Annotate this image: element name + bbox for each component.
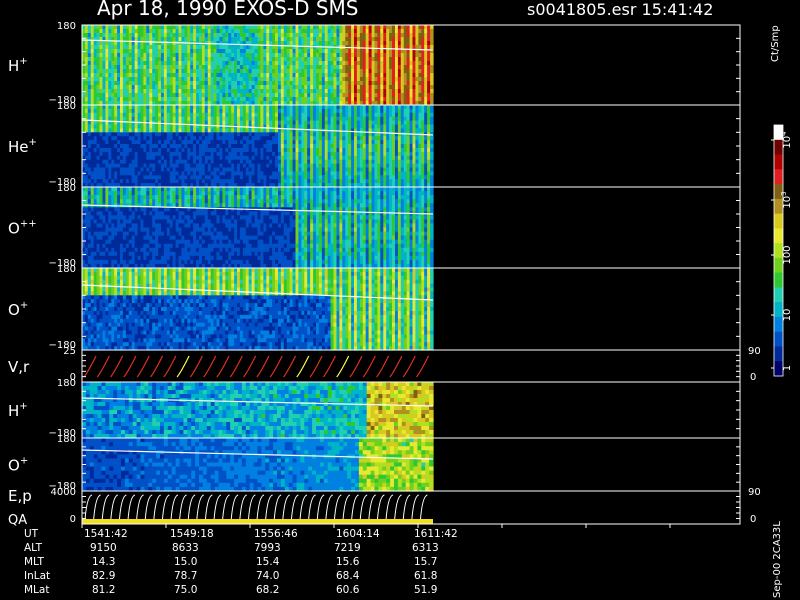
colorbar-segment [774,228,783,244]
chart-title: Apr 18, 1990 EXOS-D SMS [97,0,359,20]
footer-label: InLat [24,570,51,582]
panel-label: O+ [8,300,28,319]
footer-value: 61.8 [414,570,438,582]
colorbar-segment [774,346,783,362]
footer-row-ut: UT 1541:42 1549:18 1556:46 1604:14 1611:… [0,528,520,542]
colorbar-tick-label: 10 [782,309,793,322]
footer-value: 14.3 [92,556,116,568]
footer-value: 1611:42 [414,528,458,540]
y-tick-label: 180 [57,183,76,194]
footer-value: 81.2 [92,584,116,596]
footer-row-mlat: MLat 81.2 75.0 68.2 60.6 51.9 [0,584,520,598]
footer-value: 1541:42 [84,528,128,540]
y-tick-label: 180 [57,101,76,112]
footer-value: 60.6 [336,584,360,596]
footer-value: 6313 [412,542,439,554]
footer-row-mlt: MLT 14.3 15.0 15.4 15.6 15.7 [0,556,520,570]
footer-label: ALT [24,542,43,554]
footer-value: 68.2 [256,584,280,596]
panel-label: O+ [8,456,28,475]
footer-value: 7993 [254,542,281,554]
footer-value: 15.4 [256,556,280,568]
footer-value: 68.4 [336,570,360,582]
colorbar-tick-label: 100 [782,245,793,264]
footer-row-alt: ALT 9150 8633 7993 7219 6313 [0,542,520,556]
colorbar-segment [774,272,783,288]
footer-label: UT [24,528,39,540]
y-tick-label: 180 [57,21,76,32]
y-tick-label: 180 [57,434,76,445]
colorbar: 104 103 100 10 1 [771,124,793,377]
footer-value: 82.9 [92,570,116,582]
footer-value: 15.6 [336,556,360,568]
panel-frame [81,349,741,383]
y-tick-label: 4000 [51,487,76,498]
y-tick-label: 180 [57,264,76,275]
right-tick-label: 0 [750,372,756,383]
colorbar-tick-label: 1 [782,365,793,371]
footer-value: 1604:14 [336,528,380,540]
panel-label: O++ [8,219,37,238]
footer-value: 9150 [90,542,117,554]
panel-label: H+ [8,56,28,75]
footer-label: MLT [24,556,44,568]
colorbar-segment [774,154,783,170]
panel-label: V,r [8,358,30,376]
colorbar-segment [774,331,783,347]
y-tick-label: 25 [63,346,76,357]
qa-bar [82,519,433,524]
footer-value: 15.0 [174,556,198,568]
footer-value: 7219 [334,542,361,554]
right-tick-label: 90 [748,487,761,498]
panel-label: E,p [8,487,32,505]
colorbar-segment [774,213,783,229]
footer-value: 1549:18 [170,528,214,540]
panel-label: He+ [8,137,37,156]
credit-label: Sep-00 2CA33L [772,521,783,598]
footer-value: 74.0 [256,570,280,582]
colorbar-tick-label: 104 [780,131,793,149]
footer-label: MLat [24,584,50,596]
footer-value: 8633 [172,542,199,554]
sms-plot: H+180−180He+180−180O++180−180O+180−180V,… [8,21,793,528]
y-tick-label: 0 [70,514,76,525]
y-tick-label: 180 [57,378,76,389]
footer-row-inlat: InLat 82.9 78.7 74.0 68.4 61.8 [0,570,520,584]
panel-label: H+ [8,401,28,420]
footer-value: 75.0 [174,584,198,596]
colorbar-segment [774,287,783,303]
colorbar-segment [774,169,783,185]
colorbar-unit-label: Ct/Smp [770,25,781,62]
right-tick-label: 0 [750,514,756,525]
right-tick-label: 90 [748,346,761,357]
footer-value: 15.7 [414,556,438,568]
qa-label: QA [8,513,27,528]
footer-value: 51.9 [414,584,438,596]
footer-value: 78.7 [174,570,198,582]
heatmap-layer [82,25,434,492]
orbit-info-table: UT 1541:42 1549:18 1556:46 1604:14 1611:… [0,528,520,598]
colorbar-tick-label: 103 [780,191,793,208]
file-and-time: s0041805.esr 15:41:42 [527,0,714,19]
footer-value: 1556:46 [254,528,298,540]
